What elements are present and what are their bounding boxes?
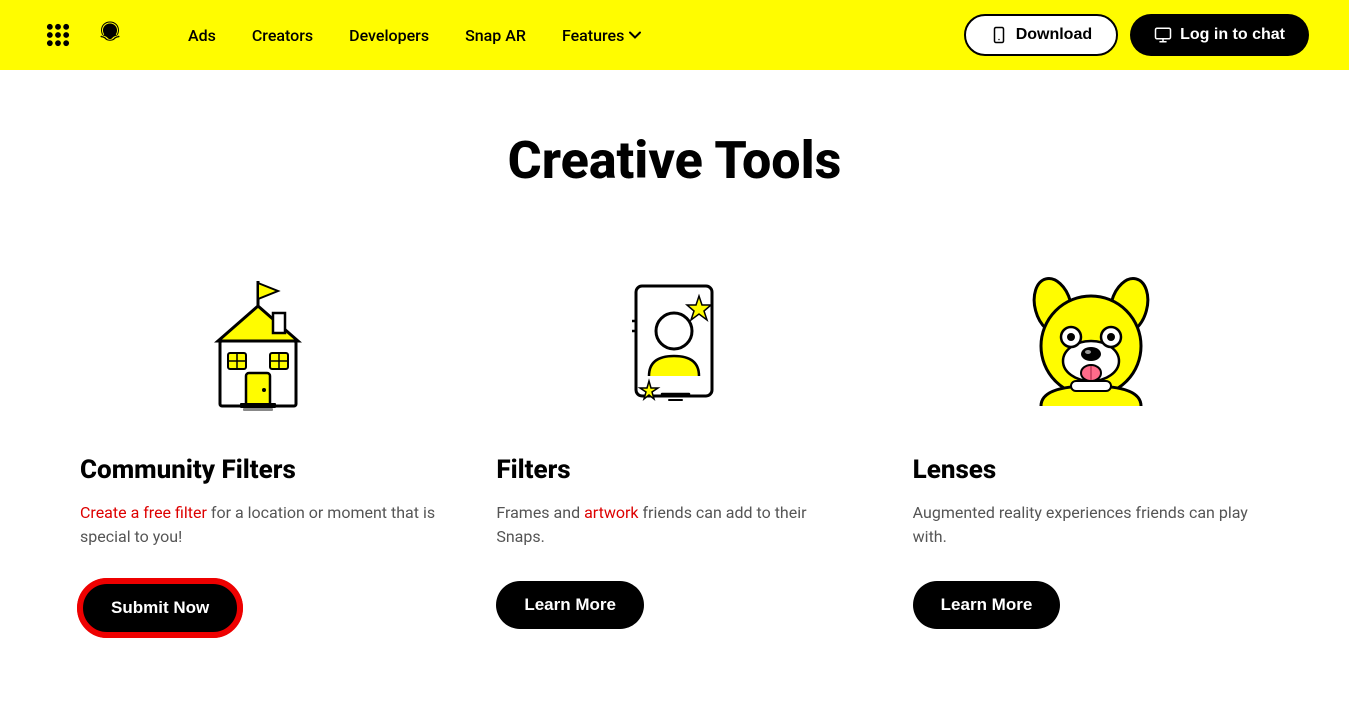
card-lenses: Lenses Augmented reality experiences fri… — [913, 251, 1269, 629]
header-actions: Download Log in to chat — [964, 14, 1309, 56]
chevron-down-icon — [628, 28, 642, 42]
nav-developers[interactable]: Developers — [349, 26, 429, 45]
lenses-learn-more-button[interactable]: Learn More — [913, 581, 1061, 629]
card-community-filters: Community Filters Create a free filter f… — [80, 251, 436, 635]
filters-icon — [496, 251, 852, 431]
card-community-filters-desc: Create a free filter for a location or m… — [80, 501, 436, 549]
community-filters-icon — [80, 251, 436, 431]
card-filters: Filters Frames and artwork friends can a… — [496, 251, 852, 629]
monitor-icon — [1154, 26, 1172, 44]
card-lenses-desc: Augmented reality experiences friends ca… — [913, 501, 1269, 549]
site-header: Ads Creators Developers Snap AR Features… — [0, 0, 1349, 70]
login-button[interactable]: Log in to chat — [1130, 14, 1309, 56]
phone-icon — [990, 26, 1008, 44]
cards-grid: Community Filters Create a free filter f… — [80, 251, 1269, 635]
nav-snapar[interactable]: Snap AR — [465, 26, 526, 45]
snapchat-logo[interactable] — [92, 17, 128, 53]
card-filters-desc: Frames and artwork friends can add to th… — [496, 501, 852, 549]
header-left — [40, 17, 128, 53]
download-button[interactable]: Download — [964, 14, 1118, 56]
main-content: Creative Tools — [0, 70, 1349, 715]
submit-now-button[interactable]: Submit Now — [80, 581, 240, 635]
nav-features[interactable]: Features — [562, 26, 642, 45]
lenses-icon — [913, 251, 1269, 431]
page-title: Creative Tools — [80, 130, 1269, 191]
grid-icon[interactable] — [40, 17, 76, 53]
nav-creators[interactable]: Creators — [252, 26, 313, 45]
card-lenses-title: Lenses — [913, 455, 997, 485]
card-filters-title: Filters — [496, 455, 570, 485]
main-nav: Ads Creators Developers Snap AR Features — [188, 26, 642, 45]
card-community-filters-title: Community Filters — [80, 455, 296, 485]
nav-ads[interactable]: Ads — [188, 26, 216, 45]
filters-learn-more-button[interactable]: Learn More — [496, 581, 644, 629]
